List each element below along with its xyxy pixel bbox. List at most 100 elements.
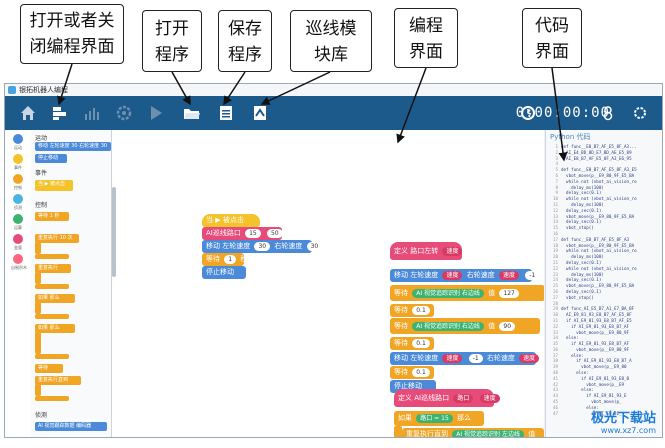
- param-crossing[interactable]: 15: [245, 229, 261, 238]
- operand-value: 15: [441, 415, 449, 422]
- gear-icon[interactable]: [113, 102, 135, 124]
- palette-section-motion: 运动: [35, 135, 48, 142]
- define-line-crossing-block[interactable]: 定义 AI巡线路口 路口 速度: [394, 389, 500, 407]
- code-text: delay_sec(0.1): [561, 277, 602, 283]
- move-block[interactable]: 移动 左轮速度 速度 -1 右轮速度 速度: [390, 352, 540, 365]
- palette-block-stop[interactable]: 停止移动: [35, 154, 67, 163]
- open-folder-icon[interactable]: [181, 102, 203, 124]
- param-wait[interactable]: 0.1: [412, 306, 430, 315]
- editor-workspace[interactable]: 当 ▶ 被点击 AI巡线路口 15 50 移动 左轮速度 30 右轮速度 30 …: [112, 130, 544, 438]
- palette-block-flag[interactable]: 当 ▶ 被点击: [35, 180, 73, 191]
- move-block[interactable]: 移动 左轮速度 速度 右轮速度 速度 -1: [390, 269, 540, 282]
- category-control[interactable]: 控制: [11, 174, 25, 191]
- param-right-speed[interactable]: 速度: [519, 354, 540, 363]
- code-text: else:: [561, 387, 594, 393]
- category-dot: [13, 234, 23, 244]
- toggle-editor-icon[interactable]: [49, 102, 71, 124]
- chart-icon[interactable]: [81, 102, 103, 124]
- palette-block-waituntil[interactable]: 等待: [35, 364, 63, 373]
- category-motion[interactable]: 运动: [11, 134, 25, 151]
- home-icon[interactable]: [17, 102, 39, 124]
- wait-block[interactable]: 等待 0.1: [390, 337, 434, 350]
- condition-equals[interactable]: 路口 = 15: [416, 414, 453, 423]
- param-multiplier[interactable]: -1: [525, 271, 540, 280]
- block-text: 重复执行直到: [406, 430, 448, 438]
- param-right-speed[interactable]: 30: [306, 242, 323, 251]
- callout-text: 界面: [535, 42, 569, 62]
- code-text: vbot_stop(): [561, 294, 594, 300]
- code-text: delay_sec(0.1): [561, 288, 602, 294]
- wait-block[interactable]: 等待 0.1: [390, 366, 434, 379]
- palette-block-sense[interactable]: AI 视觉跟踪数据 编码器: [35, 422, 107, 431]
- category-sensing[interactable]: 侦测: [11, 194, 25, 211]
- category-dot: [13, 254, 23, 264]
- param-speed[interactable]: 50: [266, 229, 283, 238]
- callout-text: 巡线模: [305, 19, 357, 39]
- palette-block-ifelse-body: [35, 332, 41, 354]
- param-right-speed[interactable]: 速度: [498, 271, 519, 280]
- block-text: 等待: [394, 368, 408, 376]
- param-left-speed[interactable]: 速度: [442, 354, 463, 363]
- param-value[interactable]: 90: [499, 322, 516, 331]
- define-turn-block[interactable]: 定义 路口左转 速度: [390, 242, 463, 260]
- category-event[interactable]: 事件: [11, 154, 25, 171]
- repeat-until-block[interactable]: 重复执行直到 AI 视觉追踪识别 左边线 值: [402, 428, 544, 438]
- palette-block-ifelse[interactable]: 如果 那么: [35, 324, 75, 333]
- block-text: 值: [488, 289, 496, 297]
- sense-right-line[interactable]: AI 视觉追踪识别 右边线: [412, 322, 484, 331]
- wait-block[interactable]: 等待 1 秒: [202, 253, 247, 266]
- category-variables[interactable]: 变量: [11, 234, 25, 251]
- param-left-speed[interactable]: 速度: [442, 271, 463, 280]
- param-speed[interactable]: 速度: [442, 247, 463, 256]
- param-value[interactable]: 127: [499, 289, 519, 298]
- watermark: 极光下载站 www.xz7.com: [591, 407, 656, 435]
- block-text: 移动 左轮速度: [206, 242, 251, 250]
- wait-until-block[interactable]: 等待 AI 视觉追踪识别 右边线 值 127: [390, 285, 544, 301]
- if-block[interactable]: 如果 路口 = 15 那么: [394, 411, 484, 426]
- code-text: delay_ms(100): [561, 271, 604, 277]
- window-title: 银拓机器人编程: [19, 86, 68, 94]
- palette-block-wait[interactable]: 等待 1 秒: [35, 212, 69, 221]
- sense-source: AI 视觉追踪识别: [456, 431, 501, 438]
- wait-until-block[interactable]: 等待 AI 视觉追踪识别 右边线 值 90: [390, 318, 540, 334]
- block-text: 移动 左轮速度: [394, 271, 439, 279]
- palette-block-if[interactable]: 如果 那么: [35, 294, 75, 303]
- param-wait[interactable]: 0.1: [412, 339, 430, 348]
- sense-right-line[interactable]: AI 视觉追踪识别 右边线: [412, 289, 484, 298]
- category-label: 侦测: [14, 205, 22, 210]
- param-left-speed[interactable]: 30: [254, 242, 271, 251]
- palette-scrollbar[interactable]: [112, 187, 116, 277]
- save-icon[interactable]: [215, 102, 237, 124]
- sense-left-line[interactable]: AI 视觉追踪识别 左边线: [452, 430, 524, 438]
- param-wait[interactable]: 1: [224, 255, 237, 264]
- palette-block-move[interactable]: 移动 左轮速度 30 右轮速度 30: [35, 142, 111, 151]
- play-icon[interactable]: [145, 102, 167, 124]
- param-multiplier[interactable]: -1: [468, 354, 483, 363]
- block-text: 等待: [394, 339, 408, 347]
- palette-block-repeat[interactable]: 重复执行 10 次: [35, 234, 79, 243]
- code-text: def func__E8_B7_AF_E5_8F_A3: [561, 236, 630, 242]
- param-wait[interactable]: 0.1: [412, 368, 430, 377]
- wait-block[interactable]: 等待 0.1: [390, 304, 434, 317]
- line-crossing-block[interactable]: AI巡线路口 15 50: [202, 227, 283, 240]
- stop-block[interactable]: 停止移动: [202, 266, 246, 279]
- category-operators[interactable]: 运算: [11, 214, 25, 231]
- palette-block-repeatuntil[interactable]: 重复执行直到: [35, 376, 81, 385]
- settings-icon[interactable]: [629, 102, 651, 124]
- param-crossing[interactable]: 路口: [453, 394, 474, 403]
- line-module-icon[interactable]: [249, 102, 271, 124]
- param-speed[interactable]: 速度: [479, 394, 500, 403]
- code-text: vbot_move(p__E9_80_9F_E5_BA: [561, 283, 635, 289]
- move-block[interactable]: 移动 左轮速度 30 右轮速度 30: [202, 240, 323, 253]
- category-label: 事件: [14, 165, 22, 170]
- code-text: vbot_move(p__E9_80: [561, 364, 627, 370]
- category-dot: [13, 194, 23, 204]
- category-custom[interactable]: 自制积木: [11, 254, 27, 271]
- callout-text: 保存: [228, 19, 262, 39]
- callout-text: 程序: [228, 45, 262, 65]
- flag-hat-block[interactable]: 当 ▶ 被点击: [202, 214, 260, 227]
- callout-text: 闭编程界面: [29, 37, 115, 57]
- code-text: delay_ms(100): [561, 254, 604, 260]
- category-dot: [13, 174, 23, 184]
- python-code-panel[interactable]: Python 代码 1 def func__E8_B7_AF_E5_8F_A3..…: [545, 130, 662, 437]
